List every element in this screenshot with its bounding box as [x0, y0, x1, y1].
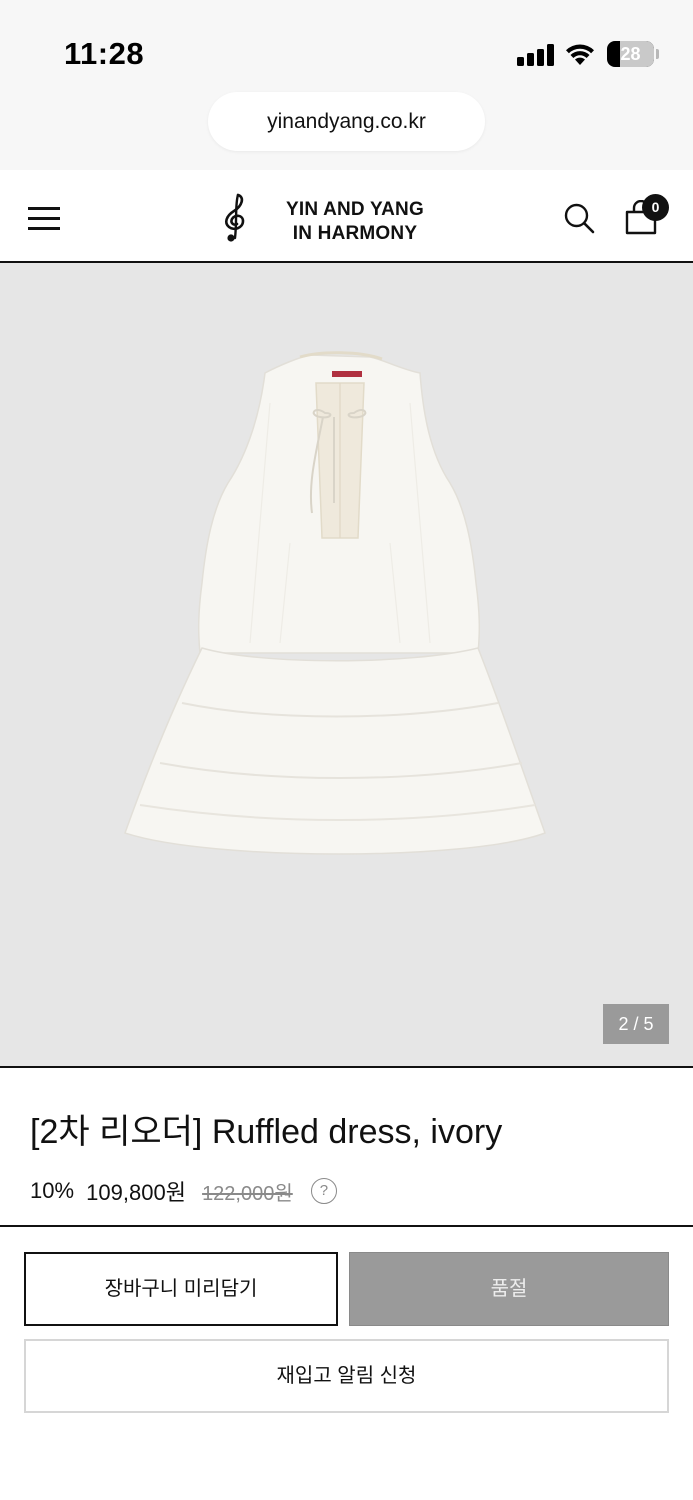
discount-rate: 10% [30, 1178, 75, 1203]
question-help-icon[interactable]: ? [310, 1178, 337, 1204]
battery-icon: 28 [607, 41, 659, 67]
wifi-icon [566, 44, 594, 65]
section-divider [0, 1225, 693, 1227]
add-to-cart-button[interactable]: 장바구니 미리담기 [24, 1252, 338, 1326]
sale-price: 109,800원 [86, 1180, 186, 1205]
status-bar: 11:28 28 [0, 0, 693, 90]
status-time: 11:28 [64, 36, 145, 71]
search-icon[interactable] [563, 202, 595, 234]
logo-line-2: IN HARMONY [292, 223, 418, 244]
site-header: YIN AND YANG IN HARMONY 0 [0, 170, 693, 263]
browser-address-bar: yinandyang.co.kr [0, 90, 693, 170]
url-field[interactable]: yinandyang.co.kr [208, 92, 485, 151]
logo-line-1: YIN AND YANG [286, 199, 424, 220]
treble-clef-logo-icon[interactable] [218, 192, 254, 244]
price-row: 10% 109,800원 122,000원 ? [30, 1175, 337, 1205]
cellular-signal-icon [517, 44, 555, 66]
sold-out-button[interactable]: 품절 [349, 1252, 669, 1326]
battery-percentage: 28 [620, 44, 641, 64]
product-image-gallery[interactable]: 2 / 5 [0, 263, 693, 1068]
restock-alert-button[interactable]: 재입고 알림 신청 [24, 1339, 669, 1413]
hamburger-menu-icon[interactable] [28, 205, 60, 231]
cart-count-badge: 0 [642, 194, 669, 221]
site-logo[interactable]: YIN AND YANG IN HARMONY [270, 198, 440, 246]
product-image-ivory-dress [124, 351, 546, 855]
product-title: [2차 리오더] Ruffled dress, ivory [30, 1113, 503, 1151]
image-counter[interactable]: 2 / 5 [603, 1004, 669, 1044]
original-price: 122,000원 [202, 1182, 293, 1205]
